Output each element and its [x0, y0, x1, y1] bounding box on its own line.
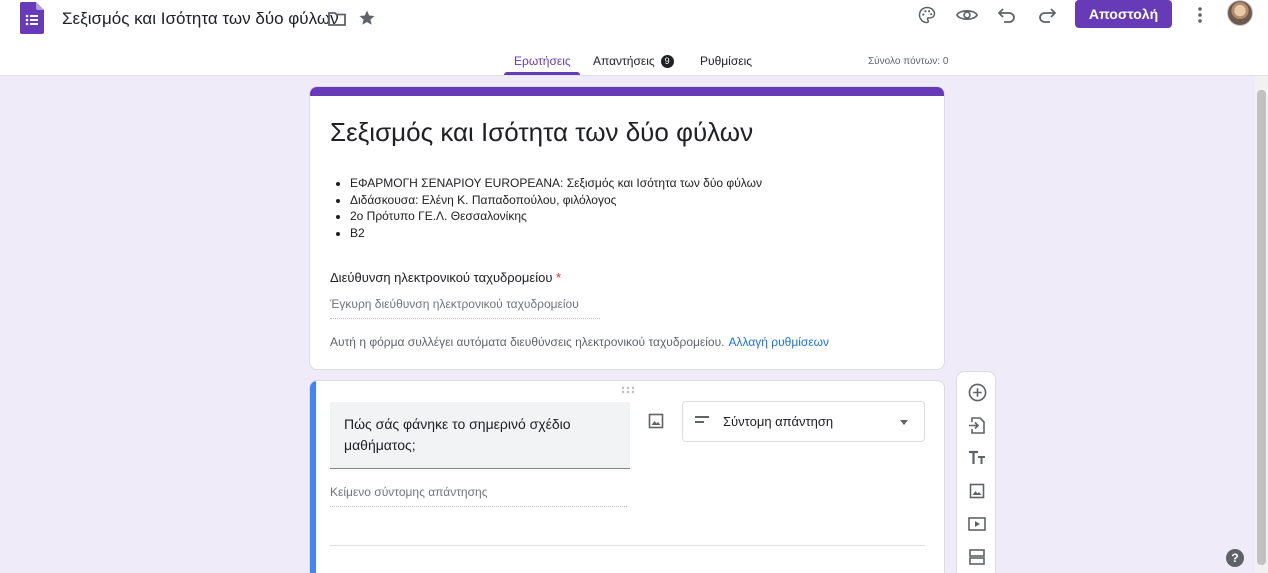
add-video-icon[interactable]	[967, 514, 987, 534]
form-header-card[interactable]: Σεξισμός και Ισότητα των δύο φύλων ΕΦΑΡΜ…	[309, 86, 945, 370]
required-asterisk: *	[556, 270, 562, 285]
email-collection-note: Αυτή η φόρμα συλλέγει αυτόματα διευθύνσε…	[330, 335, 829, 349]
description-item: 2ο Πρότυπο ΓΕ.Λ. Θεσσαλονίκης	[350, 208, 762, 225]
collect-note-text: Αυτή η φόρμα συλλέγει αυτόματα διευθύνσε…	[330, 335, 725, 349]
change-settings-link[interactable]: Αλλαγή ρυθμίσεων	[729, 335, 830, 349]
tab-responses-label: Απαντήσεις	[593, 54, 655, 68]
responses-count-badge: 9	[660, 55, 674, 68]
email-field: Έγκυρη διεύθυνση ηλεκτρονικού ταχυδρομεί…	[330, 297, 600, 319]
help-icon[interactable]: ?	[1226, 549, 1244, 567]
document-title[interactable]: Σεξισμός και Ισότητα των δύο φύλων	[62, 9, 339, 29]
scrollbar-thumb[interactable]	[1257, 90, 1266, 565]
chevron-down-icon	[900, 420, 908, 425]
add-image-icon[interactable]	[967, 481, 987, 501]
tab-settings[interactable]: Ρυθμίσεις	[700, 54, 752, 68]
description-item: Διδάσκουσα: Ελένη Κ. Παπαδοπούλου, φιλόλ…	[350, 192, 762, 209]
add-title-icon[interactable]	[967, 448, 987, 468]
tab-questions[interactable]: Ερωτήσεις	[514, 54, 571, 68]
avatar[interactable]	[1227, 0, 1253, 26]
short-answer-icon	[695, 416, 709, 424]
add-image-icon[interactable]	[648, 413, 664, 429]
palette-icon[interactable]	[917, 5, 937, 25]
email-label-text: Διεύθυνση ηλεκτρονικού ταχυδρομείου	[330, 270, 553, 285]
form-description[interactable]: ΕΦΑΡΜΟΓΗ ΣΕΝΑΡΙΟΥ EUROPEANA: Σεξισμός κα…	[350, 175, 762, 241]
folder-icon[interactable]	[328, 10, 346, 26]
description-item: Β2	[350, 225, 762, 242]
total-points: Σύνολο πόντων: 0	[868, 56, 949, 67]
import-questions-icon[interactable]	[967, 415, 987, 435]
description-item: ΕΦΑΡΜΟΓΗ ΣΕΝΑΡΙΟΥ EUROPEANA: Σεξισμός κα…	[350, 175, 762, 192]
short-answer-preview: Κείμενο σύντομης απάντησης	[330, 485, 627, 507]
form-title[interactable]: Σεξισμός και Ισότητα των δύο φύλων	[330, 117, 753, 148]
app-header: Σεξισμός και Ισότητα των δύο φύλων Αποστ…	[0, 0, 1268, 76]
star-icon[interactable]	[358, 9, 376, 27]
tab-bar: Ερωτήσεις Απαντήσεις 9 Ρυθμίσεις	[0, 50, 1268, 76]
active-tab-indicator	[504, 72, 580, 75]
question-type-label: Σύντομη απάντηση	[723, 414, 834, 429]
add-question-icon[interactable]	[967, 382, 987, 402]
question-card[interactable]: Πώς σάς φάνηκε το σημερινό σχέδιο μαθήμα…	[309, 380, 945, 573]
google-forms-icon[interactable]	[20, 2, 44, 34]
more-vert-icon[interactable]	[1192, 5, 1208, 25]
drag-handle-icon[interactable]	[621, 386, 635, 394]
side-toolbar	[956, 371, 996, 573]
accent-bar	[310, 87, 944, 96]
preview-eye-icon[interactable]	[956, 5, 978, 25]
active-question-indicator	[310, 381, 316, 573]
undo-icon[interactable]	[997, 5, 1017, 25]
question-title-input[interactable]: Πώς σάς φάνηκε το σημερινό σχέδιο μαθήμα…	[330, 402, 630, 469]
email-field-label: Διεύθυνση ηλεκτρονικού ταχυδρομείου *	[330, 270, 561, 285]
question-title-text: Πώς σάς φάνηκε το σημερινό σχέδιο μαθήμα…	[344, 416, 571, 453]
send-button[interactable]: Αποστολή	[1075, 0, 1172, 28]
add-section-icon[interactable]	[967, 547, 987, 567]
redo-icon[interactable]	[1037, 5, 1057, 25]
question-type-select[interactable]: Σύντομη απάντηση	[682, 401, 925, 442]
divider	[330, 545, 925, 546]
tab-responses[interactable]: Απαντήσεις 9	[593, 54, 674, 68]
